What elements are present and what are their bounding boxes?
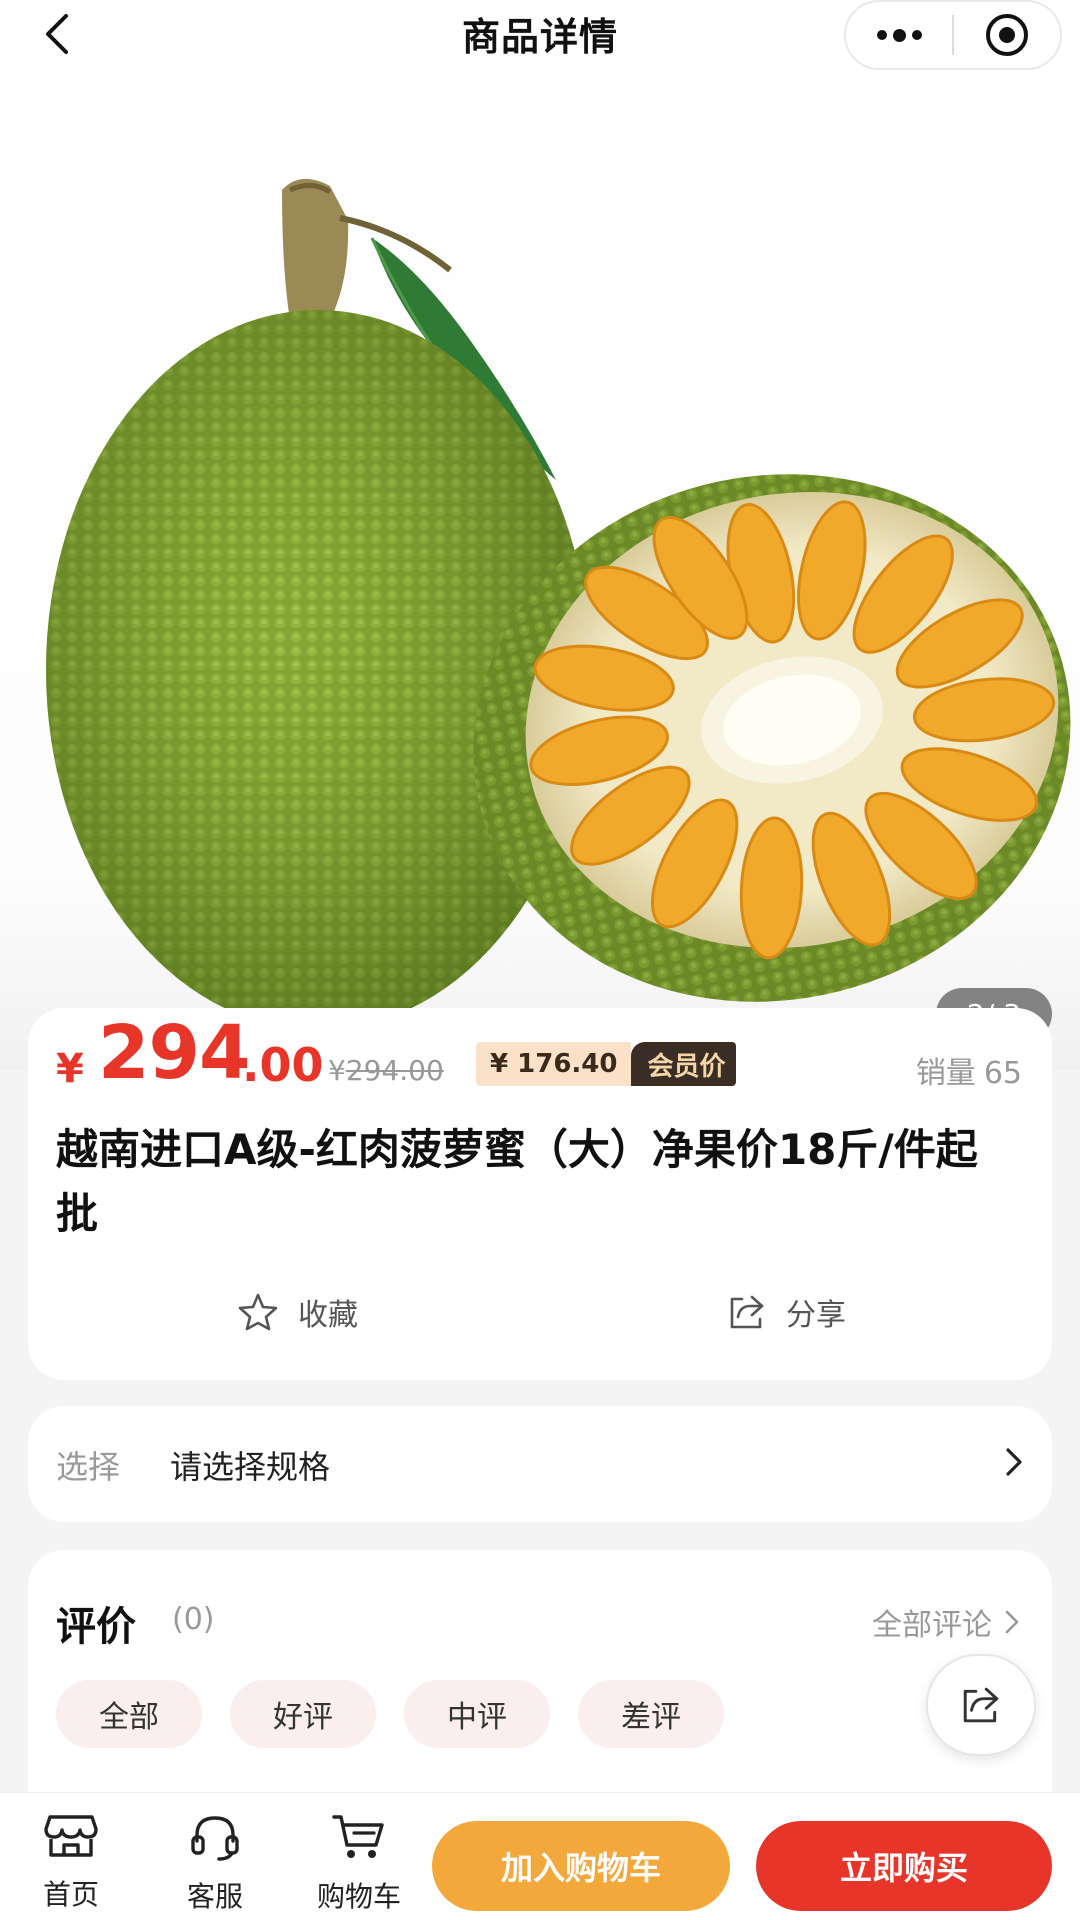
original-price-symbol: ¥ [328, 1054, 346, 1087]
reviews-title: 评价 [56, 1604, 136, 1650]
jackfruit-image [46, 178, 1071, 1030]
favorite-button[interactable]: 收藏 [238, 1290, 358, 1334]
star-icon [238, 1293, 278, 1331]
member-price: ¥ 176.40 [476, 1042, 632, 1086]
price-decimal: .00 [242, 1038, 324, 1092]
tab-customer-service-label: 客服 [186, 1880, 243, 1913]
tab-customer-service[interactable]: 客服 [160, 1813, 270, 1915]
share-icon [730, 1295, 764, 1329]
bottom-action-bar: 首页 客服 购物车 加入购物车 立即购买 [0, 1792, 1080, 1920]
share-label: 分享 [786, 1298, 846, 1333]
filter-all[interactable]: 全部 [56, 1680, 202, 1748]
member-price-badge: ¥ 176.40 会员价 [476, 1042, 736, 1086]
headset-icon [191, 1816, 239, 1861]
more-button[interactable] [846, 0, 952, 70]
reviews-count: (0) [172, 1602, 215, 1637]
filter-negative[interactable]: 差评 [578, 1680, 724, 1748]
cart-icon [332, 1815, 384, 1858]
tab-cart[interactable]: 购物车 [304, 1813, 414, 1915]
member-price-tag: 会员价 [631, 1042, 736, 1086]
spec-label: 选择 [56, 1448, 121, 1486]
top-nav-bar: 商品详情 [0, 0, 1080, 70]
mini-program-capsule [844, 0, 1062, 70]
spec-selector[interactable]: 选择 请选择规格 [28, 1406, 1052, 1522]
sales-count: 65 [983, 1056, 1022, 1091]
tab-home-label: 首页 [42, 1878, 99, 1911]
spec-value: 请选择规格 [170, 1448, 331, 1486]
add-to-cart-button[interactable]: 加入购物车 [432, 1821, 730, 1911]
product-title: 越南进口A级-红肉菠萝蜜（大）净果价18斤/件起批 [56, 1125, 978, 1238]
share-button[interactable]: 分享 [728, 1290, 846, 1334]
more-dots-icon [876, 28, 922, 42]
price-currency: ¥ [56, 1046, 84, 1092]
product-actions: 收藏 分享 [28, 1290, 1052, 1350]
floating-share-button[interactable] [926, 1654, 1036, 1756]
store-icon [44, 1815, 98, 1857]
price-integer: 294 [98, 1010, 250, 1096]
all-reviews-link[interactable]: 全部评论 [872, 1600, 1020, 1644]
review-filters: 全部 好评 中评 差评 [56, 1680, 724, 1748]
tab-cart-label: 购物车 [316, 1880, 401, 1913]
chevron-right-icon [1006, 1448, 1022, 1476]
tab-home[interactable]: 首页 [16, 1813, 126, 1913]
product-image-carousel[interactable]: 2/ 3 [0, 70, 1080, 1070]
target-circle-icon [986, 14, 1028, 56]
filter-positive[interactable]: 好评 [230, 1680, 376, 1748]
original-price: ¥294.00 [328, 1054, 444, 1087]
buy-now-button[interactable]: 立即购买 [756, 1821, 1052, 1911]
share-icon [963, 1687, 999, 1723]
filter-neutral[interactable]: 中评 [404, 1680, 550, 1748]
all-reviews-label: 全部评论 [872, 1608, 992, 1643]
close-mini-program-button[interactable] [954, 0, 1060, 70]
product-info-card: ¥ 294 .00 ¥294.00 ¥ 176.40 会员价 销量 65 越南进口… [28, 1008, 1052, 1380]
chevron-right-icon [1005, 1610, 1019, 1634]
favorite-label: 收藏 [298, 1298, 358, 1333]
sales-label: 销量 [915, 1056, 976, 1091]
original-price-value: 294.00 [345, 1054, 444, 1087]
sales-volume: 销量 65 [916, 1048, 1022, 1092]
